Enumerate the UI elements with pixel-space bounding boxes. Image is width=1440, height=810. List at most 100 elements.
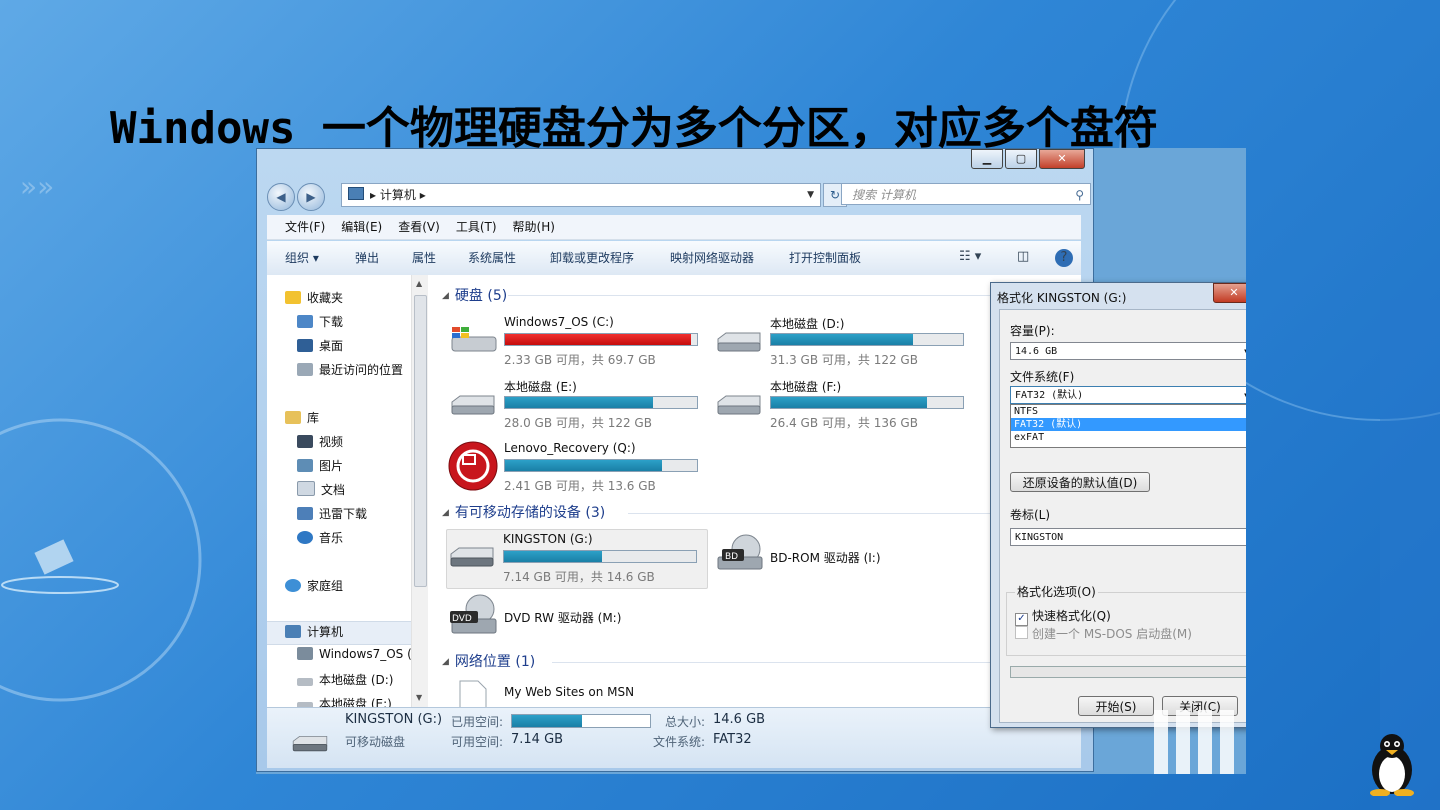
open-control-panel-button[interactable]: 打开控制面板 [789, 241, 861, 275]
restore-defaults-button[interactable]: 还原设备的默认值(D) [1010, 472, 1150, 492]
capacity-select[interactable]: 14.6 GB ▼ [1010, 342, 1246, 360]
group-hard-disks[interactable]: ◢ 硬盘 (5) [442, 285, 507, 305]
search-icon[interactable]: ⚲ [1075, 184, 1084, 206]
drive-c[interactable]: Windows7_OS (C:) 2.33 GB 可用，共 69.7 GB [448, 315, 698, 371]
dialog-title: 格式化 KINGSTON (G:) [997, 291, 1127, 305]
windows-drive-icon [451, 327, 497, 352]
nav-favorites[interactable]: 收藏夹 [285, 289, 343, 306]
recent-places-icon [297, 363, 313, 376]
chevron-down-icon: ▼ [1244, 387, 1246, 405]
nav-recent[interactable]: 最近访问的位置 [297, 361, 403, 378]
view-options-icon[interactable]: ☷ ▾ [959, 249, 981, 264]
help-icon[interactable]: ? [1055, 249, 1073, 267]
drive-free-space: 7.14 GB 可用，共 14.6 GB [503, 570, 655, 584]
nav-pictures[interactable]: 图片 [297, 457, 343, 474]
bd-badge: BD [725, 552, 738, 562]
fs-option-fat32[interactable]: FAT32 (默认) [1011, 418, 1246, 431]
nav-downloads[interactable]: 下载 [297, 313, 343, 330]
drive-g-selected[interactable]: KINGSTON (G:) 7.14 GB 可用，共 14.6 GB [446, 529, 708, 589]
bd-rom-icon: BD [717, 534, 763, 570]
quick-format-option[interactable]: ✓ 快速格式化(Q) [1015, 607, 1111, 626]
recovery-icon [448, 441, 498, 491]
nav-libraries[interactable]: 库 [285, 409, 319, 426]
fs-option-ntfs[interactable]: NTFS [1011, 405, 1246, 418]
back-button[interactable]: ◀ [267, 183, 295, 211]
system-properties-button[interactable]: 系统属性 [468, 241, 516, 275]
nav-music[interactable]: 音乐 [297, 529, 343, 546]
drive-e[interactable]: 本地磁盘 (E:) 28.0 GB 可用，共 122 GB [448, 378, 698, 434]
nav-label: 桌面 [319, 339, 344, 353]
dialog-close-icon[interactable]: ✕ [1213, 283, 1246, 303]
drive-usage-fill [771, 397, 927, 408]
search-input[interactable]: 搜索 计算机 ⚲ [841, 183, 1091, 205]
preview-pane-icon[interactable]: ◫ [1017, 249, 1029, 264]
group-removable-storage[interactable]: ◢ 有可移动存储的设备 (3) [442, 502, 605, 522]
drive-i-bdrom[interactable]: BD BD-ROM 驱动器 (I:) [714, 529, 964, 585]
menu-file[interactable]: 文件(F) [267, 215, 333, 239]
format-options-group: 格式化选项(O) ✓ 快速格式化(Q) 创建一个 MS-DOS 启动盘(M) [1006, 583, 1246, 656]
drive-icon [297, 678, 313, 686]
drives-content: ◢ 硬盘 (5) Windows7_OS (C:) 2.33 GB 可用，共 69… [428, 275, 1081, 707]
address-dropdown-icon[interactable]: ▼ [807, 184, 814, 206]
address-bar[interactable]: ▸ 计算机 ▸ ▼ [341, 183, 821, 207]
eject-button[interactable]: 弹出 [355, 241, 379, 275]
scrollbar-thumb[interactable] [414, 295, 427, 587]
format-progress-bar [1010, 666, 1246, 678]
menu-edit[interactable]: 编辑(E) [333, 215, 390, 239]
drive-free-space: 28.0 GB 可用，共 122 GB [504, 416, 652, 430]
decorative-stripes [1154, 710, 1234, 774]
drive-name: Windows7_OS (C:) [504, 315, 614, 329]
fs-option-exfat[interactable]: exFAT [1011, 431, 1246, 444]
nav-thunder-downloads[interactable]: 迅雷下载 [297, 505, 367, 522]
usb-drive-icon [292, 736, 328, 752]
properties-button[interactable]: 属性 [412, 241, 436, 275]
forward-button[interactable]: ▶ [297, 183, 325, 211]
collapse-icon: ◢ [442, 291, 449, 301]
maximize-button[interactable]: ▢ [1005, 149, 1037, 169]
screenshot: ▁ ▢ ✕ ◀ ▶ ▸ 计算机 ▸ ▼ ↻ 搜索 计算机 ⚲ 文件(F) 编辑(E… [256, 148, 1246, 774]
nav-documents[interactable]: 文档 [297, 481, 345, 498]
start-button[interactable]: 开始(S) [1078, 696, 1154, 716]
nav-label: 迅雷下载 [319, 507, 368, 521]
network-item-msn[interactable]: My Web Sites on MSN [448, 677, 698, 707]
drive-m-dvd[interactable]: DVD DVD RW 驱动器 (M:) [448, 593, 698, 649]
documents-icon [297, 481, 315, 496]
msdos-checkbox [1015, 626, 1028, 639]
nav-desktop[interactable]: 桌面 [297, 337, 343, 354]
drive-name: Lenovo_Recovery (Q:) [504, 441, 636, 455]
nav-videos[interactable]: 视频 [297, 433, 343, 450]
drive-f[interactable]: 本地磁盘 (F:) 26.4 GB 可用，共 136 GB [714, 378, 964, 434]
homegroup-icon [285, 579, 301, 592]
minimize-button[interactable]: ▁ [971, 149, 1003, 169]
drive-name: BD-ROM 驱动器 (I:) [770, 551, 881, 565]
drive-d[interactable]: 本地磁盘 (D:) 31.3 GB 可用，共 122 GB [714, 315, 964, 371]
menu-tools[interactable]: 工具(T) [448, 215, 505, 239]
nav-computer[interactable]: 计算机 [285, 623, 343, 640]
explorer-window: ▁ ▢ ✕ ◀ ▶ ▸ 计算机 ▸ ▼ ↻ 搜索 计算机 ⚲ 文件(F) 编辑(E… [256, 148, 1094, 772]
address-path[interactable]: 计算机 [380, 188, 416, 202]
drive-name: 本地磁盘 (F:) [770, 380, 842, 394]
filesystem-select[interactable]: FAT32 (默认) ▼ [1010, 386, 1246, 404]
capacity-value: 14.6 GB [1015, 346, 1058, 357]
nav-d-drive[interactable]: 本地磁盘 (D:) [297, 671, 393, 688]
map-network-drive-button[interactable]: 映射网络驱动器 [670, 241, 754, 275]
group-network-locations[interactable]: ◢ 网络位置 (1) [442, 651, 535, 671]
nav-e-drive[interactable]: 本地磁盘 (E:) [297, 695, 392, 707]
close-button[interactable]: ✕ [1039, 149, 1085, 169]
uninstall-button[interactable]: 卸载或更改程序 [550, 241, 634, 275]
address-row: ◀ ▶ ▸ 计算机 ▸ ▼ ↻ 搜索 计算机 ⚲ [267, 181, 1091, 211]
nav-scrollbar[interactable]: ▲ ▼ [411, 275, 428, 707]
volume-label-label: 卷标(L) [1010, 508, 1051, 522]
organize-button[interactable]: 组织 ▾ [285, 241, 319, 275]
drive-usage-bar [504, 396, 698, 409]
menu-help[interactable]: 帮助(H) [505, 215, 563, 239]
scroll-down-icon[interactable]: ▼ [416, 693, 422, 702]
volume-label-input[interactable]: KINGSTON [1010, 528, 1246, 546]
menu-view[interactable]: 查看(V) [390, 215, 448, 239]
scroll-up-icon[interactable]: ▲ [416, 279, 422, 288]
quick-format-label: 快速格式化(Q) [1032, 609, 1111, 623]
drive-q[interactable]: Lenovo_Recovery (Q:) 2.41 GB 可用，共 13.6 G… [448, 441, 698, 497]
nav-homegroup[interactable]: 家庭组 [285, 577, 343, 594]
nav-label: 文档 [321, 483, 346, 497]
nav-c-drive[interactable]: Windows7_OS ( [297, 647, 411, 661]
